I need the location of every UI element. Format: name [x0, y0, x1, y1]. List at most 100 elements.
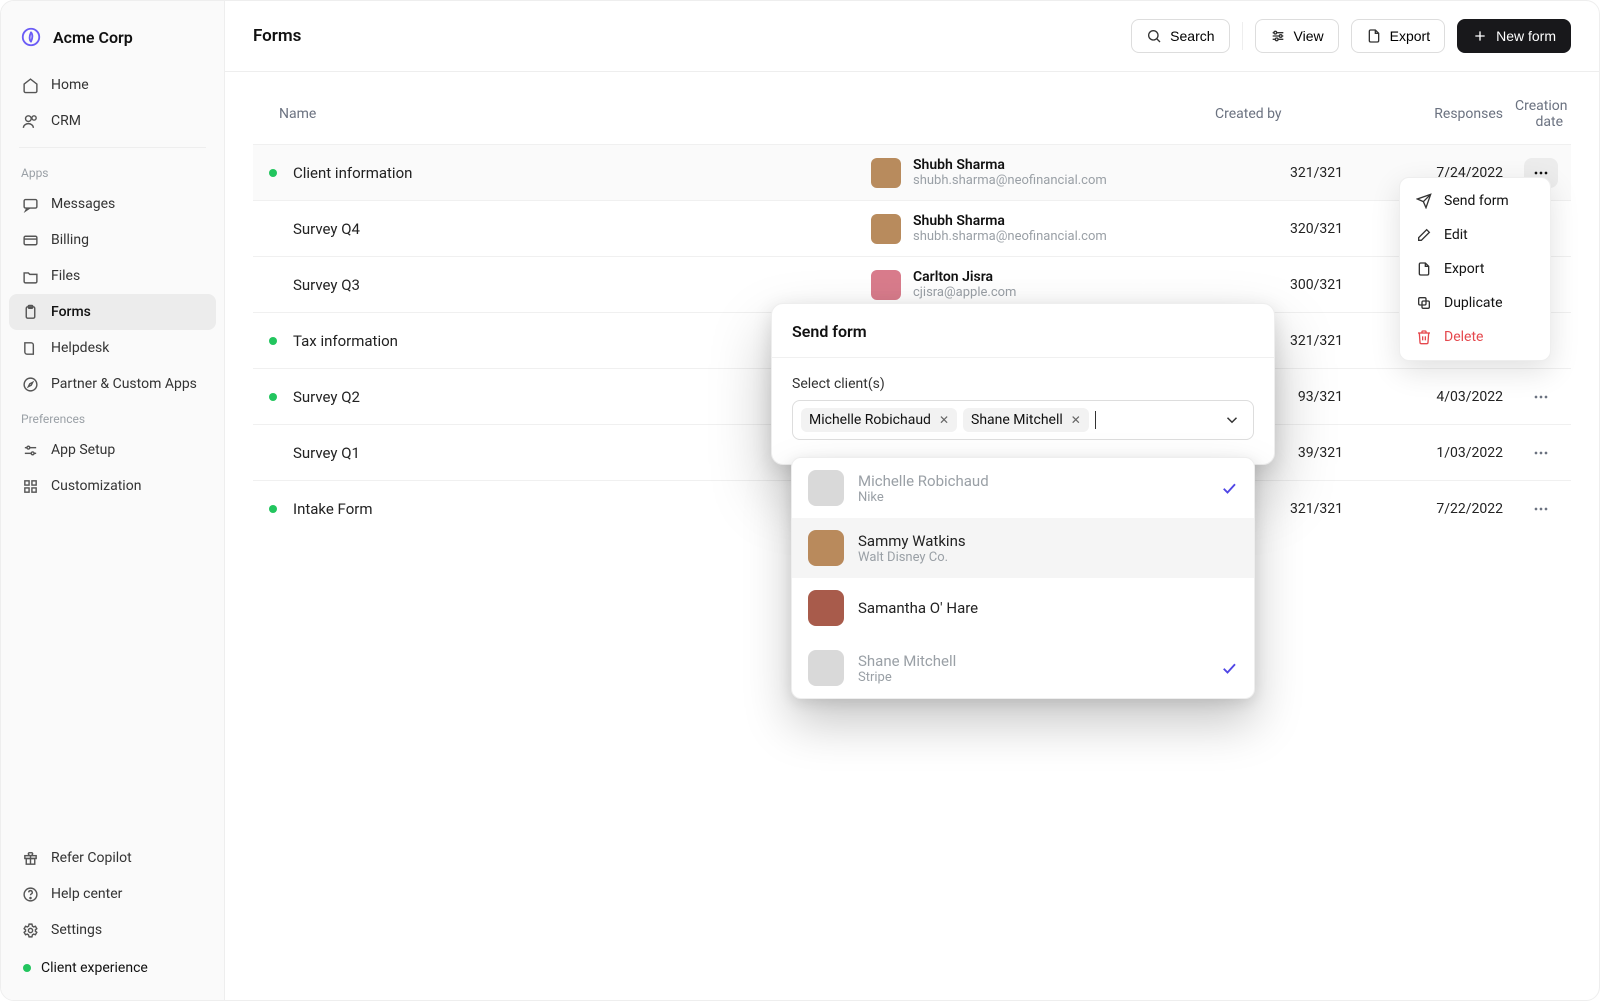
creator-email: cjisra@apple.com	[913, 285, 1016, 300]
client-experience-link[interactable]: Client experience	[9, 948, 216, 988]
nav-item-crm[interactable]: CRM	[9, 103, 216, 139]
gear-icon	[21, 921, 39, 939]
menu-item-export[interactable]: Export	[1406, 252, 1544, 286]
avatar	[808, 530, 844, 566]
date-cell: 4/03/2022	[1351, 389, 1511, 405]
home-icon	[21, 76, 39, 94]
status-cell	[253, 393, 293, 401]
menu-item-send-form[interactable]: Send form	[1406, 184, 1544, 218]
dropdown-option[interactable]: Shane MitchellStripe	[792, 638, 1254, 698]
new-form-button[interactable]: New form	[1457, 19, 1571, 53]
gift-icon	[21, 849, 39, 867]
nav-item-files[interactable]: Files	[9, 258, 216, 294]
row-more-button[interactable]	[1524, 438, 1558, 468]
search-label: Search	[1170, 28, 1214, 44]
edit-icon	[1416, 227, 1432, 243]
sliders-icon	[1270, 28, 1286, 44]
creator-name: Shubh Sharma	[913, 213, 1107, 229]
menu-item-delete[interactable]: Delete	[1406, 320, 1544, 354]
dropdown-option[interactable]: Michelle RobichaudNike	[792, 458, 1254, 518]
creator-cell: Carlton Jisracjisra@apple.com	[871, 269, 1211, 300]
option-sub: Stripe	[858, 670, 1206, 685]
copy-icon	[1416, 295, 1432, 311]
sidebar: Acme Corp HomeCRM Apps MessagesBillingFi…	[1, 1, 225, 1000]
menu-item-edit[interactable]: Edit	[1406, 218, 1544, 252]
nav-item-label: App Setup	[51, 442, 115, 458]
option-name: Sammy Watkins	[858, 532, 1238, 550]
avatar	[871, 270, 901, 300]
table-row[interactable]: Client informationShubh Sharmashubh.shar…	[253, 144, 1571, 200]
dropdown-option[interactable]: Sammy WatkinsWalt Disney Co.	[792, 518, 1254, 578]
client-multiselect[interactable]: Michelle Robichaud ✕ Shane Mitchell ✕	[792, 400, 1254, 440]
section-prefs-label: Preferences	[9, 402, 216, 432]
creator-name: Carlton Jisra	[913, 269, 1016, 285]
nav-item-settings[interactable]: Settings	[9, 912, 216, 948]
check-icon	[1220, 479, 1238, 497]
avatar	[871, 158, 901, 188]
nav-item-refer-copilot[interactable]: Refer Copilot	[9, 840, 216, 876]
nav-item-forms[interactable]: Forms	[9, 294, 216, 330]
chevron-down-icon[interactable]	[1223, 411, 1241, 429]
creator-email: shubh.sharma@neofinancial.com	[913, 229, 1107, 244]
row-more-button[interactable]	[1524, 382, 1558, 412]
view-label: View	[1294, 28, 1324, 44]
status-cell	[253, 505, 293, 513]
nav-item-label: Refer Copilot	[51, 850, 132, 866]
table-row[interactable]: Survey Q4Shubh Sharmashubh.sharma@neofin…	[253, 200, 1571, 256]
nav-item-app-setup[interactable]: App Setup	[9, 432, 216, 468]
creator-cell: Shubh Sharmashubh.sharma@neofinancial.co…	[871, 157, 1211, 188]
option-name: Michelle Robichaud	[858, 472, 1206, 490]
form-name: Client information	[293, 164, 871, 182]
search-button[interactable]: Search	[1131, 19, 1229, 53]
row-context-menu: Send formEdit Export Duplicate Delete	[1399, 177, 1551, 361]
nav-item-label: CRM	[51, 113, 81, 129]
sliders-icon	[21, 441, 39, 459]
new-form-label: New form	[1496, 28, 1556, 44]
th-creation-date[interactable]: Creation date	[1511, 98, 1571, 130]
export-button[interactable]: Export	[1351, 19, 1445, 53]
chip-label: Shane Mitchell	[971, 412, 1063, 428]
chip-label: Michelle Robichaud	[809, 412, 931, 428]
nav-item-partner-custom-apps[interactable]: Partner & Custom Apps	[9, 366, 216, 402]
nav-item-label: Messages	[51, 196, 115, 212]
nav-item-messages[interactable]: Messages	[9, 186, 216, 222]
compass-icon	[21, 375, 39, 393]
folder-icon	[21, 267, 39, 285]
nav-item-billing[interactable]: Billing	[9, 222, 216, 258]
th-name[interactable]: Name	[253, 106, 871, 122]
text-cursor-icon	[1095, 411, 1096, 429]
avatar	[871, 214, 901, 244]
divider	[19, 147, 206, 148]
view-button[interactable]: View	[1255, 19, 1339, 53]
menu-item-label: Export	[1444, 261, 1484, 277]
users-icon	[21, 112, 39, 130]
chip-remove-icon[interactable]: ✕	[939, 413, 949, 427]
chip-remove-icon[interactable]: ✕	[1071, 413, 1081, 427]
nav-item-label: Help center	[51, 886, 122, 902]
creator-cell: Shubh Sharmashubh.sharma@neofinancial.co…	[871, 213, 1211, 244]
option-name: Shane Mitchell	[858, 652, 1206, 670]
th-responses[interactable]: Responses	[1351, 106, 1511, 122]
divider	[1242, 22, 1243, 50]
menu-item-duplicate[interactable]: Duplicate	[1406, 286, 1544, 320]
avatar	[808, 590, 844, 626]
nav-item-label: Home	[51, 77, 89, 93]
dropdown-option[interactable]: Samantha O' Hare	[792, 578, 1254, 638]
creator-email: shubh.sharma@neofinancial.com	[913, 173, 1107, 188]
nav-item-helpdesk[interactable]: Helpdesk	[9, 330, 216, 366]
nav-item-help-center[interactable]: Help center	[9, 876, 216, 912]
nav-item-label: Helpdesk	[51, 340, 109, 356]
th-created-by[interactable]: Created by	[1211, 106, 1351, 122]
page-title: Forms	[253, 26, 301, 46]
client-dropdown: Michelle RobichaudNikeSammy WatkinsWalt …	[791, 457, 1255, 699]
clipboard-icon	[21, 303, 39, 321]
menu-item-label: Delete	[1444, 329, 1483, 345]
send-icon	[1416, 193, 1432, 209]
option-sub: Walt Disney Co.	[858, 550, 1238, 565]
check-icon	[1220, 659, 1238, 677]
book-icon	[21, 339, 39, 357]
nav-item-customization[interactable]: Customization	[9, 468, 216, 504]
nav-item-home[interactable]: Home	[9, 67, 216, 103]
row-more-button[interactable]	[1524, 494, 1558, 524]
brand-name: Acme Corp	[53, 28, 133, 47]
